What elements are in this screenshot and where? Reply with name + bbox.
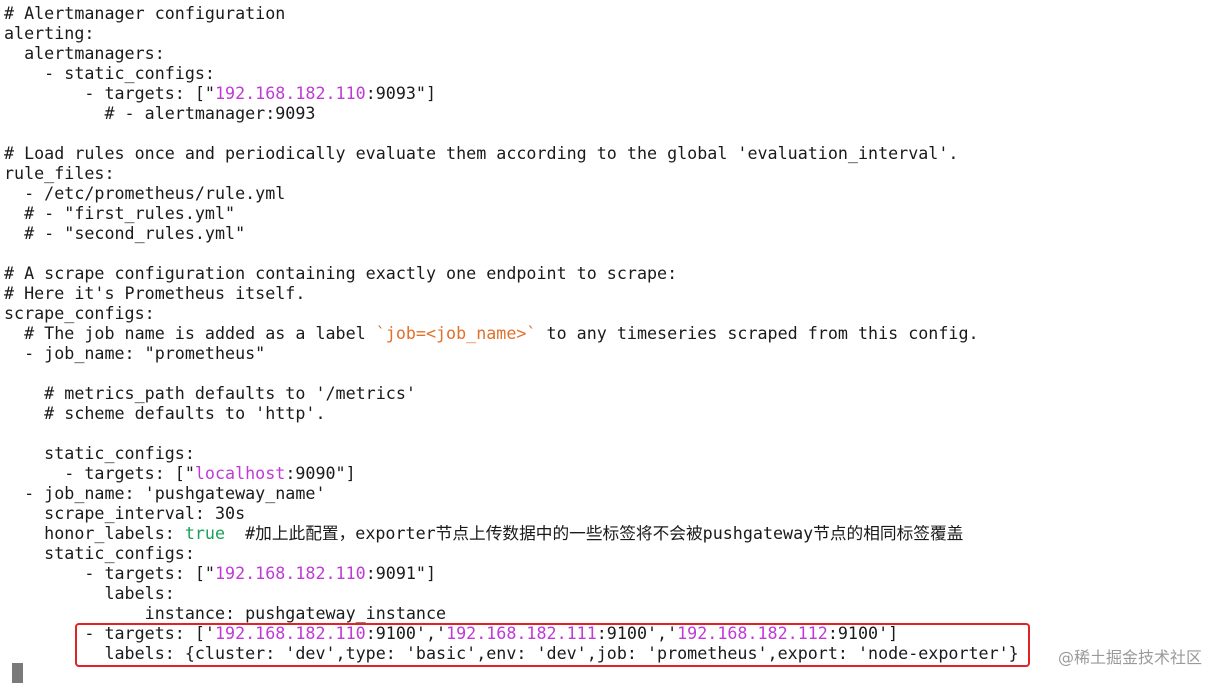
code-segment: static_configs: — [4, 443, 195, 463]
code-line: # - "first_rules.yml" — [4, 203, 235, 223]
code-segment: # - "first_rules.yml" — [4, 203, 236, 223]
code-segment: # - "second_rules.yml" — [4, 223, 246, 243]
code-segment: static_configs: — [4, 543, 195, 563]
code-line: alertmanagers: — [4, 43, 165, 63]
code-segment: 192.168.182.110 — [214, 563, 366, 583]
code-line: - /etc/prometheus/rule.yml — [4, 183, 285, 203]
code-segment: # Load rules once and periodically evalu… — [4, 143, 959, 163]
code-segment: scrape_interval: 30s — [4, 503, 246, 523]
code-segment: instance: pushgateway_instance — [4, 603, 447, 623]
code-line: # Here it's Prometheus itself. — [4, 283, 305, 303]
code-line: alerting: — [4, 23, 94, 43]
code-line: scrape_configs: — [4, 303, 155, 323]
code-line: instance: pushgateway_instance — [4, 603, 446, 623]
code-line: # A scrape configuration containing exac… — [4, 263, 677, 283]
code-line: # - alertmanager:9093 — [4, 103, 315, 123]
code-segment: to any timeseries scraped from this conf… — [536, 323, 979, 343]
code-segment: # Alertmanager configuration — [4, 3, 286, 23]
code-line: # The job name is added as a label `job=… — [4, 323, 979, 343]
terminal-cursor — [12, 663, 23, 683]
code-line: # Alertmanager configuration — [4, 3, 285, 23]
code-segment: # scheme defaults to 'http'. — [4, 403, 326, 423]
code-line: # - "second_rules.yml" — [4, 223, 245, 243]
code-segment: # Here it's Prometheus itself. — [4, 283, 306, 303]
code-line: # Load rules once and periodically evalu… — [4, 143, 958, 163]
code-segment: - targets: [" — [4, 563, 215, 583]
code-segment: - targets: [" — [4, 463, 195, 483]
code-segment: - targets: [" — [4, 83, 215, 103]
code-line: - targets: ["192.168.182.110:9093"] — [4, 83, 436, 103]
code-segment: - /etc/prometheus/rule.yml — [4, 183, 286, 203]
code-line: - job_name: 'pushgateway_name' — [4, 483, 326, 503]
code-line: - targets: ["192.168.182.110:9091"] — [4, 563, 436, 583]
code-segment: :9090"] — [285, 463, 356, 483]
code-line: scrape_interval: 30s — [4, 503, 245, 523]
code-segment: #加上此配置，exporter节点上传数据中的一些标签将不会被pushgatew… — [225, 523, 964, 543]
code-line: # metrics_path defaults to '/metrics' — [4, 383, 416, 403]
code-segment: - job_name: 'pushgateway_name' — [4, 483, 326, 503]
code-segment: localhost — [194, 463, 286, 483]
code-segment: :9091"] — [365, 563, 437, 583]
code-segment: honor_labels: — [4, 523, 185, 543]
code-segment: rule_files: — [4, 163, 115, 183]
code-segment: 192.168.182.110 — [214, 83, 366, 103]
code-line: - job_name: "prometheus" — [4, 343, 265, 363]
code-segment: - job_name: "prometheus" — [4, 343, 266, 363]
terminal-window[interactable]: # Alertmanager configuration alerting: al… — [0, 0, 1224, 691]
code-segment: scrape_configs: — [4, 303, 155, 323]
code-segment: :9093"] — [365, 83, 437, 103]
code-line: rule_files: — [4, 163, 115, 183]
code-segment: # - alertmanager:9093 — [4, 103, 316, 123]
code-segment: labels: — [4, 583, 175, 603]
highlight-box — [75, 623, 1030, 667]
code-line: honor_labels: true #加上此配置，exporter节点上传数据… — [4, 523, 963, 543]
code-segment: # A scrape configuration containing exac… — [4, 263, 678, 283]
code-line: # scheme defaults to 'http'. — [4, 403, 326, 423]
code-line: labels: — [4, 583, 175, 603]
code-segment: - static_configs: — [4, 63, 215, 83]
code-segment: `job=<job_name>` — [375, 323, 537, 343]
code-line: - static_configs: — [4, 63, 215, 83]
code-line: static_configs: — [4, 443, 195, 463]
code-segment: # metrics_path defaults to '/metrics' — [4, 383, 416, 403]
code-segment: # The job name is added as a label — [4, 323, 376, 343]
watermark: @稀土掘金技术社区 — [1057, 648, 1202, 667]
code-line: - targets: ["localhost:9090"] — [4, 463, 356, 483]
code-segment: true — [184, 523, 226, 543]
code-segment: alerting: — [4, 23, 95, 43]
code-line: static_configs: — [4, 543, 195, 563]
code-segment: alertmanagers: — [4, 43, 165, 63]
